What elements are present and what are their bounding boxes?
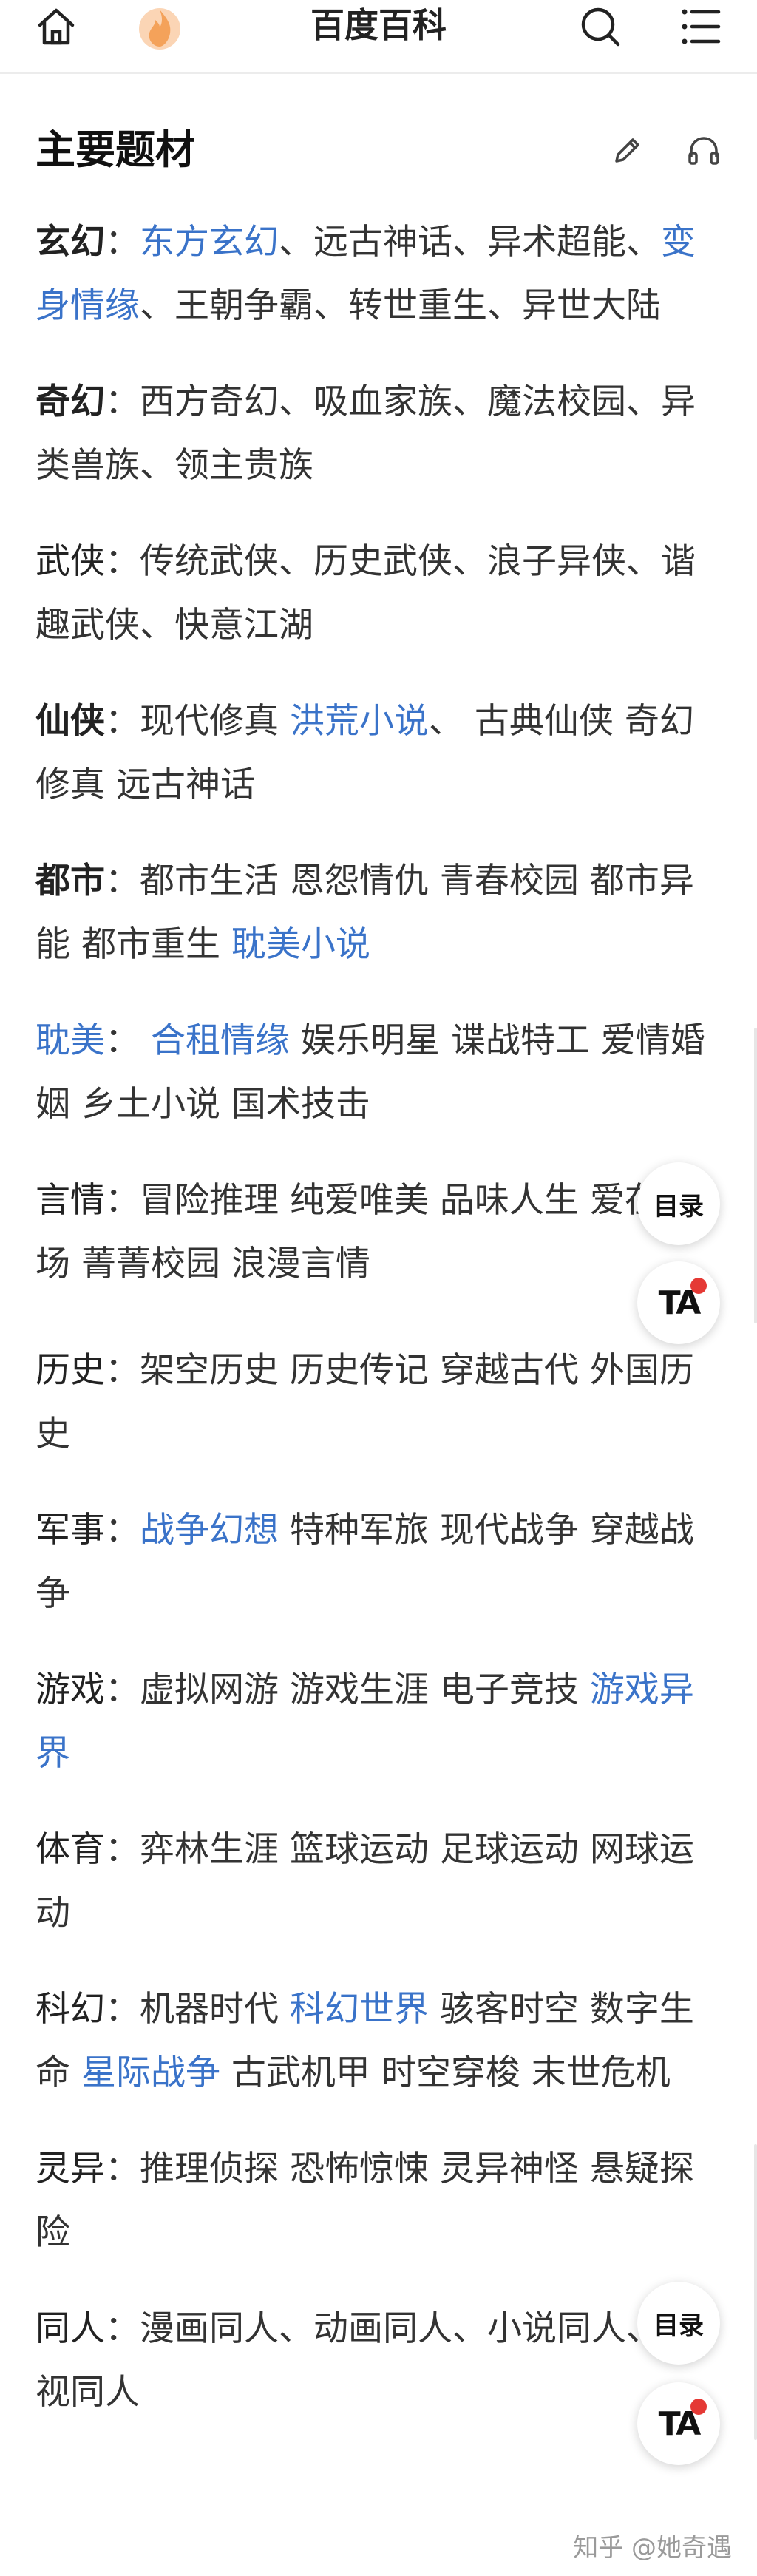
- topic-entry: 奇幻：西方奇幻、吸血家族、魔法校园、异类兽族、领主贵族: [35, 370, 723, 498]
- topic-label: 言情: [35, 1180, 105, 1221]
- topic-label: 武侠: [35, 541, 105, 582]
- topic-link[interactable]: 洪荒小说: [290, 701, 429, 742]
- label-separator: ：: [105, 222, 140, 262]
- topic-entry: 同人：漫画同人、动画同人、小说同人、影视同人: [35, 2297, 723, 2424]
- topic-entry: 游戏：虚拟网游 游戏生涯 电子竞技 游戏异界: [35, 1658, 723, 1786]
- toc-button[interactable]: 目录: [637, 1162, 720, 1245]
- topic-entry: 军事：战争幻想 特种军旅 现代战争 穿越战争: [35, 1499, 723, 1626]
- label-separator: ：: [105, 1670, 140, 1710]
- topic-entry: 仙侠：现代修真 洪荒小说、 古典仙侠 奇幻修真 远古神话: [35, 690, 723, 817]
- topic-link[interactable]: 星际战争: [81, 2053, 220, 2093]
- topic-entry: 玄幻：东方玄幻、远古神话、异术超能、变身情缘、王朝争霸、转世重生、异世大陆: [35, 211, 723, 338]
- notification-dot: [690, 2399, 707, 2415]
- topic-text: 、远古神话、异术超能、: [279, 222, 661, 262]
- label-separator: ：: [105, 1989, 140, 2030]
- topic-entry: 武侠：传统武侠、历史武侠、浪子异侠、谐趣武侠、快意江湖: [35, 530, 723, 657]
- topic-link[interactable]: 合租情缘: [151, 1020, 290, 1061]
- topic-text: 虚拟网游 游戏生涯 电子竞技: [140, 1670, 590, 1710]
- scroll-indicator[interactable]: [754, 1028, 757, 1323]
- topic-label: 历史: [35, 1350, 105, 1391]
- label-separator: ：: [105, 541, 140, 582]
- top-navigation-bar: 百度百科: [0, 0, 757, 74]
- topic-label: 都市: [35, 861, 105, 901]
- label-separator: ：: [105, 701, 140, 742]
- topic-text: 机器时代: [140, 1989, 290, 2030]
- label-separator: ：: [105, 2149, 140, 2189]
- scroll-indicator[interactable]: [754, 2144, 757, 2440]
- toc-label: 目录: [654, 2311, 704, 2341]
- label-separator: ：: [105, 1510, 140, 1550]
- menu-icon[interactable]: [677, 0, 724, 53]
- topic-label: 军事: [35, 1510, 105, 1550]
- topic-entry: 灵异：推理侦探 恐怖惊悚 灵异神怪 悬疑探险: [35, 2138, 723, 2265]
- topic-label: 科幻: [35, 1989, 105, 2030]
- ta-button[interactable]: TA: [637, 2382, 720, 2465]
- label-separator: ：: [105, 382, 140, 422]
- section-title: 主要题材: [35, 126, 195, 173]
- topic-label: 灵异: [35, 2149, 105, 2189]
- topic-link[interactable]: 东方玄幻: [140, 222, 279, 262]
- topic-entry: 历史：架空历史 历史传记 穿越古代 外国历史: [35, 1339, 723, 1466]
- label-separator: ：: [105, 861, 140, 901]
- topic-entry: 科幻：机器时代 科幻世界 骇客时空 数字生命 星际战争 古武机甲 时空穿梭 末世…: [35, 1978, 723, 2105]
- search-icon[interactable]: [577, 0, 624, 53]
- topic-entry: 耽美： 合租情缘 娱乐明星 谍战特工 爱情婚姻 乡土小说 国术技击: [35, 1009, 723, 1136]
- toc-label: 目录: [654, 1191, 704, 1221]
- topic-list: 玄幻：东方玄幻、远古神话、异术超能、变身情缘、王朝争霸、转世重生、异世大陆 奇幻…: [35, 211, 723, 2424]
- topic-label: 仙侠: [35, 701, 105, 742]
- topic-label: 游戏: [35, 1670, 105, 1710]
- ta-button[interactable]: TA: [637, 1261, 720, 1344]
- label-separator: ：: [105, 1350, 140, 1391]
- topic-entry: 言情：冒险推理 纯爱唯美 品味人生 爱在职场 菁菁校园 浪漫言情: [35, 1169, 723, 1296]
- label-separator: ：: [105, 1180, 140, 1221]
- topic-link[interactable]: 耽美小说: [231, 924, 370, 965]
- topic-label[interactable]: 耽美: [35, 1020, 105, 1061]
- topic-link[interactable]: 战争幻想: [140, 1510, 279, 1550]
- topic-label: 体育: [35, 1829, 105, 1870]
- topic-text: 现代修真: [140, 701, 290, 742]
- watermark: 知乎 @她奇遇: [573, 2533, 732, 2563]
- edit-icon[interactable]: [606, 130, 648, 172]
- label-separator: ：: [105, 1829, 140, 1870]
- headphones-icon[interactable]: [683, 130, 724, 172]
- topic-text: 古武机甲 时空穿梭 末世危机: [220, 2053, 671, 2093]
- topic-label: 同人: [35, 2308, 105, 2349]
- topic-label: 奇幻: [35, 382, 105, 422]
- notification-dot: [690, 1278, 707, 1294]
- topic-label: 玄幻: [35, 222, 105, 262]
- page-title: 百度百科: [310, 5, 447, 45]
- label-separator: ：: [105, 1020, 151, 1061]
- toc-button[interactable]: 目录: [637, 2282, 720, 2365]
- label-separator: ：: [105, 2308, 140, 2349]
- topic-link[interactable]: 科幻世界: [290, 1989, 429, 2030]
- topic-entry: 都市：都市生活 恩怨情仇 青春校园 都市异能 都市重生 耽美小说: [35, 850, 723, 977]
- topic-entry: 体育：弈林生涯 篮球运动 足球运动 网球运动: [35, 1818, 723, 1945]
- topic-text: 、王朝争霸、转世重生、异世大陆: [140, 285, 661, 326]
